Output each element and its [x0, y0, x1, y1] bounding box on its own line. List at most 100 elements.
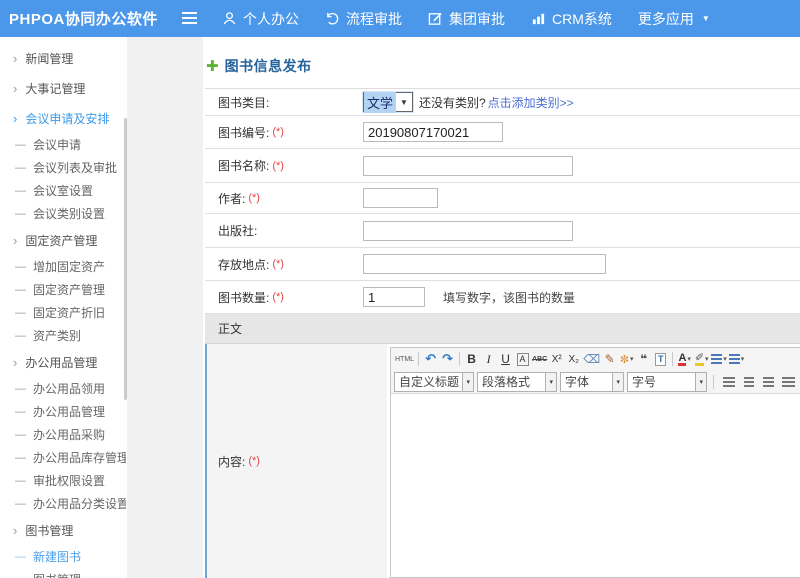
nav-more-apps[interactable]: 更多应用 ▼ — [638, 9, 710, 29]
form-row-author: 作者: (*) — [205, 183, 800, 214]
paragraph-format-select[interactable]: 段落格式 ▾ — [477, 372, 557, 392]
main-panel: ✚ 图书信息发布 图书类目: 文学 ▼ 还没有类别? 点击添加类别>> 图书编号… — [203, 37, 800, 578]
nav-label: 流程审批 — [346, 9, 402, 29]
workflow-icon — [325, 11, 340, 26]
align-right-button[interactable] — [760, 373, 777, 391]
required-marker: (*) — [272, 160, 284, 172]
sidebar-item-supplies-inventory[interactable]: — 办公用品库存管理 — [0, 446, 126, 469]
author-input[interactable] — [363, 188, 438, 208]
clear-format-button[interactable]: ✎ — [601, 350, 618, 368]
sidebar-item-supplies-category[interactable]: — 办公用品分类设置 — [0, 492, 126, 515]
align-left-button[interactable] — [720, 373, 737, 391]
form-row-quantity: 图书数量: (*) 填写数字，该图书的数量 — [205, 281, 800, 314]
sidebar-item-add-asset[interactable]: — 增加固定资产 — [0, 255, 126, 278]
book-name-input[interactable] — [363, 156, 573, 176]
quantity-hint: 填写数字，该图书的数量 — [443, 289, 575, 306]
format-painter-button[interactable]: ✼ ▾ — [618, 350, 635, 368]
dash-icon: — — [15, 406, 26, 418]
font-color-glyph: A — [678, 353, 686, 366]
highlight-color-button[interactable]: ✐ ▾ — [693, 350, 710, 368]
dash-icon: — — [15, 307, 26, 319]
custom-title-select[interactable]: 自定义标题 ▾ — [394, 372, 474, 392]
font-color-button[interactable]: A ▾ — [676, 350, 693, 368]
subscript-button[interactable]: X₂ — [565, 350, 582, 368]
sidebar-group-office-supplies[interactable]: › 办公用品管理 — [0, 347, 126, 377]
editor-content-area[interactable] — [391, 394, 800, 577]
nav-crm-system[interactable]: CRM系统 — [531, 9, 612, 29]
paste-as-text-button[interactable]: T — [655, 353, 667, 366]
html-source-button[interactable]: HTML — [394, 350, 415, 368]
undo-button[interactable]: ↶ — [422, 350, 439, 368]
content-field-cell: HTML ↶ ↷ B I U A ABC X² X₂ ⌫ ✎ — [387, 344, 800, 578]
sidebar-group-memorabilia[interactable]: › 大事记管理 — [0, 73, 126, 103]
sidebar-item-label: 资产类别 — [33, 327, 81, 344]
edit-approve-icon — [428, 11, 443, 26]
sidebar-item-asset-category[interactable]: — 资产类别 — [0, 324, 126, 347]
hamburger-menu-icon[interactable] — [182, 12, 197, 24]
book-name-field-cell — [360, 149, 800, 182]
font-style-button[interactable]: A — [517, 353, 529, 366]
align-center-button[interactable] — [740, 373, 757, 391]
sidebar-group-label: 图书管理 — [25, 522, 73, 539]
publisher-input[interactable] — [363, 221, 573, 241]
location-input[interactable] — [363, 254, 606, 274]
sidebar-item-meeting-room[interactable]: — 会议室设置 — [0, 179, 126, 202]
dash-icon: — — [15, 162, 26, 174]
plus-icon: ✚ — [206, 57, 219, 75]
sidebar-group-news[interactable]: › 新闻管理 — [0, 43, 126, 73]
chevron-right-icon: › — [13, 523, 17, 538]
sidebar-item-label: 办公用品分类设置 — [33, 495, 126, 512]
superscript-button[interactable]: X² — [548, 350, 565, 368]
sidebar-item-meeting-list[interactable]: — 会议列表及审批 — [0, 156, 126, 179]
toolbar-separator — [418, 352, 419, 366]
numbered-list-button[interactable]: ▾ — [728, 350, 746, 368]
nav-workflow-approval[interactable]: 流程审批 — [325, 9, 402, 29]
sidebar-item-supplies-purchase[interactable]: — 办公用品采购 — [0, 423, 126, 446]
sidebar-item-approval-permission[interactable]: — 审批权限设置 — [0, 469, 126, 492]
nav-label: 更多应用 — [638, 9, 694, 29]
category-select[interactable]: 文学 ▼ — [363, 92, 413, 112]
sidebar-item-asset-depreciation[interactable]: — 固定资产折旧 — [0, 301, 126, 324]
field-label: 存放地点: — [218, 256, 269, 273]
select-value: 自定义标题 — [395, 373, 462, 390]
sidebar-group-label: 大事记管理 — [25, 80, 85, 97]
sidebar-item-new-book[interactable]: — 新建图书 — [0, 545, 126, 568]
blockquote-button[interactable]: ❝ — [635, 350, 652, 368]
bold-button[interactable]: B — [463, 350, 480, 368]
sidebar-item-label: 办公用品库存管理 — [33, 449, 126, 466]
sidebar-group-meeting[interactable]: › 会议申请及安排 — [0, 103, 126, 133]
quantity-input[interactable] — [363, 287, 425, 307]
bullet-list-button[interactable]: ▾ — [710, 350, 728, 368]
eraser-button[interactable]: ⌫ — [582, 350, 601, 368]
underline-button[interactable]: U — [497, 350, 514, 368]
italic-button[interactable]: I — [480, 350, 497, 368]
sidebar-item-meeting-category[interactable]: — 会议类别设置 — [0, 202, 126, 225]
field-label: 内容: — [218, 453, 245, 470]
sidebar-group-fixed-assets[interactable]: › 固定资产管理 — [0, 225, 126, 255]
sidebar-item-supplies-claim[interactable]: — 办公用品领用 — [0, 377, 126, 400]
sidebar-item-book-manage[interactable]: — 图书管理 — [0, 568, 126, 578]
add-category-link[interactable]: 点击添加类别>> — [488, 94, 574, 111]
font-size-select[interactable]: 字号 ▾ — [627, 372, 707, 392]
publisher-label-cell: 出版社: — [205, 214, 360, 247]
section-header-body: 正文 — [205, 314, 800, 344]
field-label: 图书名称: — [218, 157, 269, 174]
section-header-label: 正文 — [218, 320, 242, 337]
book-no-input[interactable] — [363, 122, 503, 142]
sidebar-item-asset-manage[interactable]: — 固定资产管理 — [0, 278, 126, 301]
sidebar-item-label: 图书管理 — [33, 571, 81, 578]
sidebar-item-meeting-apply[interactable]: — 会议申请 — [0, 133, 126, 156]
sidebar-item-supplies-manage[interactable]: — 办公用品管理 — [0, 400, 126, 423]
bullet-list-icon — [711, 354, 722, 364]
nav-personal-office[interactable]: 个人办公 — [222, 9, 299, 29]
field-label: 图书类目: — [218, 94, 269, 111]
nav-group-approval[interactable]: 集团审批 — [428, 9, 505, 29]
redo-button[interactable]: ↷ — [439, 350, 456, 368]
font-family-select[interactable]: 字体 ▾ — [560, 372, 624, 392]
bar-chart-icon — [531, 11, 546, 26]
book-no-label-cell: 图书编号: (*) — [205, 116, 360, 148]
sidebar-group-books[interactable]: › 图书管理 — [0, 515, 126, 545]
sidebar-item-label: 增加固定资产 — [33, 258, 105, 275]
strikethrough-button[interactable]: ABC — [531, 350, 548, 368]
align-justify-button[interactable] — [780, 373, 797, 391]
